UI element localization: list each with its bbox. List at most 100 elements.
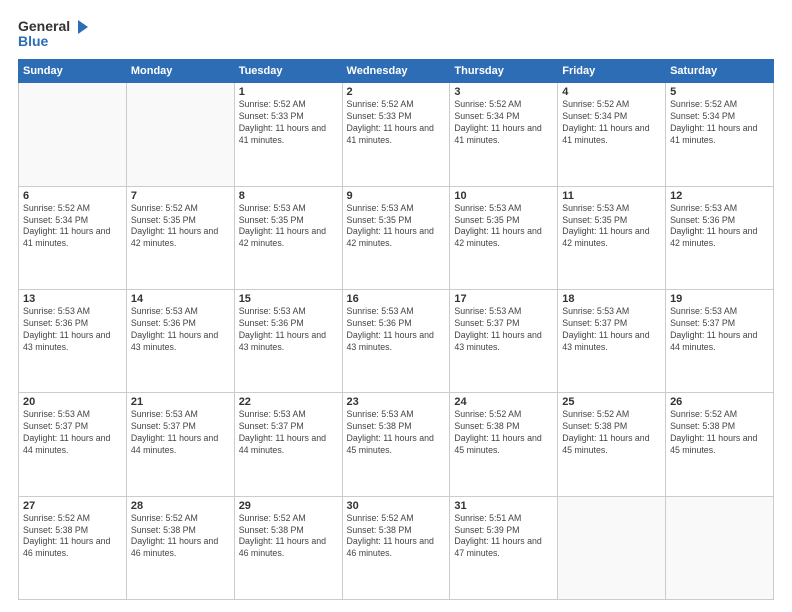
day-info: Sunrise: 5:53 AM Sunset: 5:37 PM Dayligh… <box>562 306 661 354</box>
day-number: 16 <box>347 293 446 305</box>
day-info: Sunrise: 5:53 AM Sunset: 5:37 PM Dayligh… <box>670 306 769 354</box>
day-number: 20 <box>23 396 122 408</box>
calendar-cell: 10Sunrise: 5:53 AM Sunset: 5:35 PM Dayli… <box>450 186 558 289</box>
calendar-cell: 28Sunrise: 5:52 AM Sunset: 5:38 PM Dayli… <box>126 496 234 599</box>
day-number: 23 <box>347 396 446 408</box>
calendar-cell: 16Sunrise: 5:53 AM Sunset: 5:36 PM Dayli… <box>342 290 450 393</box>
week-row-3: 13Sunrise: 5:53 AM Sunset: 5:36 PM Dayli… <box>19 290 774 393</box>
calendar-cell: 29Sunrise: 5:52 AM Sunset: 5:38 PM Dayli… <box>234 496 342 599</box>
week-row-2: 6Sunrise: 5:52 AM Sunset: 5:34 PM Daylig… <box>19 186 774 289</box>
day-info: Sunrise: 5:52 AM Sunset: 5:33 PM Dayligh… <box>347 99 446 147</box>
calendar-cell: 4Sunrise: 5:52 AM Sunset: 5:34 PM Daylig… <box>558 83 666 186</box>
day-number: 14 <box>131 293 230 305</box>
day-info: Sunrise: 5:52 AM Sunset: 5:38 PM Dayligh… <box>670 409 769 457</box>
day-number: 3 <box>454 86 553 98</box>
day-number: 5 <box>670 86 769 98</box>
calendar-cell <box>126 83 234 186</box>
day-info: Sunrise: 5:52 AM Sunset: 5:34 PM Dayligh… <box>23 203 122 251</box>
calendar-cell: 20Sunrise: 5:53 AM Sunset: 5:37 PM Dayli… <box>19 393 127 496</box>
day-number: 28 <box>131 500 230 512</box>
day-number: 24 <box>454 396 553 408</box>
calendar-cell: 6Sunrise: 5:52 AM Sunset: 5:34 PM Daylig… <box>19 186 127 289</box>
day-number: 7 <box>131 190 230 202</box>
day-number: 21 <box>131 396 230 408</box>
calendar-cell: 8Sunrise: 5:53 AM Sunset: 5:35 PM Daylig… <box>234 186 342 289</box>
logo: General Blue <box>18 18 90 49</box>
day-number: 9 <box>347 190 446 202</box>
calendar-cell: 12Sunrise: 5:53 AM Sunset: 5:36 PM Dayli… <box>666 186 774 289</box>
day-number: 29 <box>239 500 338 512</box>
day-info: Sunrise: 5:53 AM Sunset: 5:36 PM Dayligh… <box>239 306 338 354</box>
day-number: 13 <box>23 293 122 305</box>
day-info: Sunrise: 5:53 AM Sunset: 5:35 PM Dayligh… <box>239 203 338 251</box>
calendar-cell: 24Sunrise: 5:52 AM Sunset: 5:38 PM Dayli… <box>450 393 558 496</box>
day-number: 12 <box>670 190 769 202</box>
calendar-cell: 9Sunrise: 5:53 AM Sunset: 5:35 PM Daylig… <box>342 186 450 289</box>
day-info: Sunrise: 5:52 AM Sunset: 5:38 PM Dayligh… <box>23 513 122 561</box>
calendar-cell: 27Sunrise: 5:52 AM Sunset: 5:38 PM Dayli… <box>19 496 127 599</box>
calendar-cell: 30Sunrise: 5:52 AM Sunset: 5:38 PM Dayli… <box>342 496 450 599</box>
day-info: Sunrise: 5:52 AM Sunset: 5:38 PM Dayligh… <box>562 409 661 457</box>
day-info: Sunrise: 5:53 AM Sunset: 5:36 PM Dayligh… <box>347 306 446 354</box>
weekday-header-thursday: Thursday <box>450 60 558 83</box>
weekday-header-wednesday: Wednesday <box>342 60 450 83</box>
day-number: 8 <box>239 190 338 202</box>
calendar-cell: 26Sunrise: 5:52 AM Sunset: 5:38 PM Dayli… <box>666 393 774 496</box>
day-info: Sunrise: 5:53 AM Sunset: 5:37 PM Dayligh… <box>454 306 553 354</box>
day-number: 4 <box>562 86 661 98</box>
day-number: 2 <box>347 86 446 98</box>
calendar-cell: 7Sunrise: 5:52 AM Sunset: 5:35 PM Daylig… <box>126 186 234 289</box>
calendar-cell: 25Sunrise: 5:52 AM Sunset: 5:38 PM Dayli… <box>558 393 666 496</box>
page: General Blue SundayMondayTuesdayWednesda… <box>0 0 792 612</box>
day-number: 15 <box>239 293 338 305</box>
day-number: 30 <box>347 500 446 512</box>
calendar-cell: 5Sunrise: 5:52 AM Sunset: 5:34 PM Daylig… <box>666 83 774 186</box>
header: General Blue <box>18 18 774 49</box>
calendar-cell: 19Sunrise: 5:53 AM Sunset: 5:37 PM Dayli… <box>666 290 774 393</box>
calendar-cell: 23Sunrise: 5:53 AM Sunset: 5:38 PM Dayli… <box>342 393 450 496</box>
day-info: Sunrise: 5:53 AM Sunset: 5:37 PM Dayligh… <box>239 409 338 457</box>
day-info: Sunrise: 5:53 AM Sunset: 5:37 PM Dayligh… <box>23 409 122 457</box>
calendar-cell: 31Sunrise: 5:51 AM Sunset: 5:39 PM Dayli… <box>450 496 558 599</box>
calendar-cell <box>666 496 774 599</box>
day-info: Sunrise: 5:52 AM Sunset: 5:38 PM Dayligh… <box>454 409 553 457</box>
weekday-header-row: SundayMondayTuesdayWednesdayThursdayFrid… <box>19 60 774 83</box>
calendar-table: SundayMondayTuesdayWednesdayThursdayFrid… <box>18 59 774 600</box>
day-info: Sunrise: 5:52 AM Sunset: 5:34 PM Dayligh… <box>562 99 661 147</box>
calendar-cell: 17Sunrise: 5:53 AM Sunset: 5:37 PM Dayli… <box>450 290 558 393</box>
day-number: 25 <box>562 396 661 408</box>
day-info: Sunrise: 5:53 AM Sunset: 5:37 PM Dayligh… <box>131 409 230 457</box>
weekday-header-monday: Monday <box>126 60 234 83</box>
calendar-cell: 13Sunrise: 5:53 AM Sunset: 5:36 PM Dayli… <box>19 290 127 393</box>
week-row-1: 1 Sunrise: 5:52 AM Sunset: 5:33 PM Daylig… <box>19 83 774 186</box>
week-row-5: 27Sunrise: 5:52 AM Sunset: 5:38 PM Dayli… <box>19 496 774 599</box>
day-info: Sunrise: 5:53 AM Sunset: 5:38 PM Dayligh… <box>347 409 446 457</box>
day-number: 22 <box>239 396 338 408</box>
calendar-cell <box>19 83 127 186</box>
day-info: Sunrise: 5:53 AM Sunset: 5:36 PM Dayligh… <box>23 306 122 354</box>
day-number: 6 <box>23 190 122 202</box>
weekday-header-friday: Friday <box>558 60 666 83</box>
day-number: 31 <box>454 500 553 512</box>
day-number: 10 <box>454 190 553 202</box>
day-info: Sunrise: 5:52 AM Sunset: 5:38 PM Dayligh… <box>239 513 338 561</box>
day-number: 11 <box>562 190 661 202</box>
calendar-cell: 14Sunrise: 5:53 AM Sunset: 5:36 PM Dayli… <box>126 290 234 393</box>
day-number: 18 <box>562 293 661 305</box>
calendar-cell <box>558 496 666 599</box>
calendar-cell: 15Sunrise: 5:53 AM Sunset: 5:36 PM Dayli… <box>234 290 342 393</box>
day-number: 26 <box>670 396 769 408</box>
day-info: Sunrise: 5:52 AM Sunset: 5:34 PM Dayligh… <box>454 99 553 147</box>
day-info: Sunrise: 5:52 AM Sunset: 5:38 PM Dayligh… <box>347 513 446 561</box>
logo-blue: Blue <box>18 34 90 49</box>
weekday-header-sunday: Sunday <box>19 60 127 83</box>
calendar-cell: 3Sunrise: 5:52 AM Sunset: 5:34 PM Daylig… <box>450 83 558 186</box>
calendar-cell: 22Sunrise: 5:53 AM Sunset: 5:37 PM Dayli… <box>234 393 342 496</box>
day-info: Sunrise: 5:53 AM Sunset: 5:36 PM Dayligh… <box>131 306 230 354</box>
weekday-header-tuesday: Tuesday <box>234 60 342 83</box>
day-number: 1 <box>239 86 338 98</box>
calendar-cell: 2Sunrise: 5:52 AM Sunset: 5:33 PM Daylig… <box>342 83 450 186</box>
day-info: Sunrise: 5:52 AM Sunset: 5:38 PM Dayligh… <box>131 513 230 561</box>
day-info: Sunrise: 5:52 AM Sunset: 5:35 PM Dayligh… <box>131 203 230 251</box>
day-number: 19 <box>670 293 769 305</box>
